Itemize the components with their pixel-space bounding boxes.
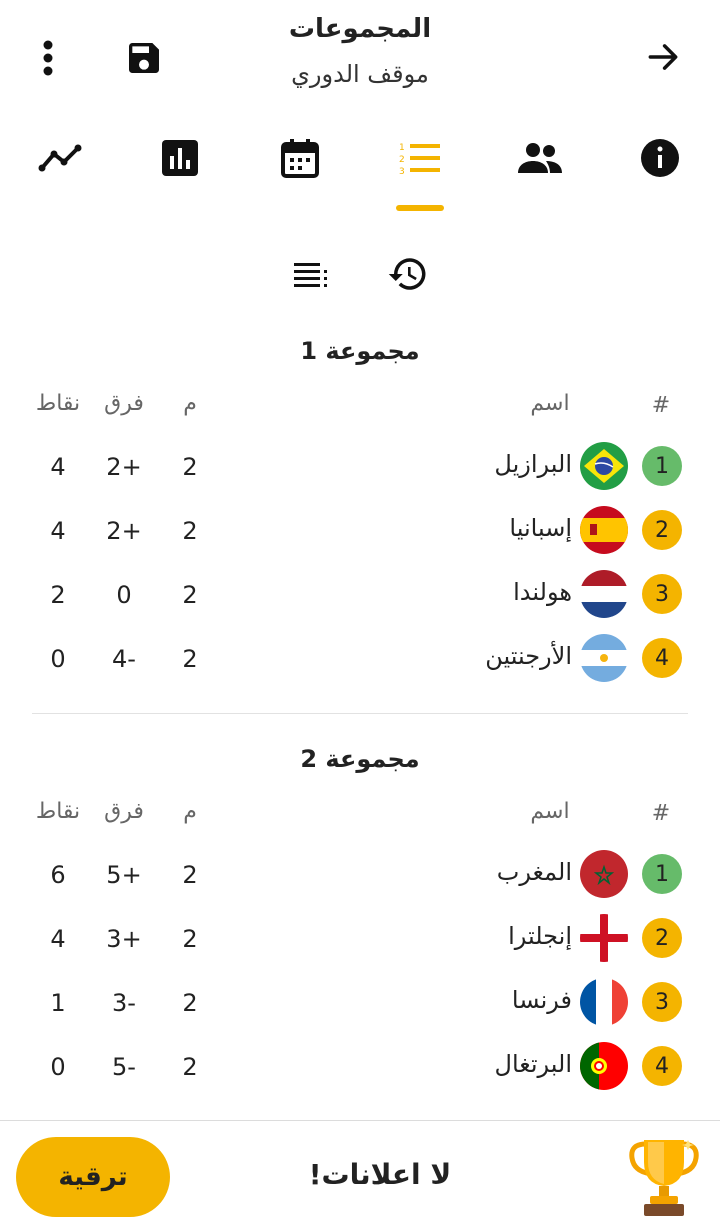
bar-chart-icon — [162, 140, 198, 176]
footer-divider — [0, 1120, 720, 1121]
calendar-icon — [281, 139, 319, 178]
page-subtitle: موقف الدوري — [291, 60, 429, 88]
rank-badge: 2 — [642, 918, 682, 958]
diff-value: 4- — [112, 645, 136, 673]
col-played-header: م — [183, 391, 197, 416]
tab-info[interactable] — [630, 130, 690, 186]
trophy-icon — [624, 1134, 704, 1220]
diff-value: 0 — [116, 581, 132, 609]
diff-value: 5- — [112, 1053, 136, 1081]
col-points-header: نقاط — [35, 391, 81, 416]
points-value: 4 — [50, 453, 66, 481]
rank-badge: 4 — [642, 1046, 682, 1086]
played-value: 2 — [182, 1053, 198, 1081]
rank-badge: 3 — [642, 574, 682, 614]
points-value: 2 — [50, 581, 66, 609]
argentina-flag-icon — [580, 634, 628, 682]
upgrade-button[interactable]: ترقية — [16, 1137, 170, 1217]
tab-standings[interactable]: 1 2 3 — [390, 130, 450, 186]
played-value: 2 — [182, 645, 198, 673]
rank-badge: 1 — [642, 854, 682, 894]
group-divider — [32, 713, 688, 714]
tab-fixtures[interactable] — [270, 130, 330, 186]
team-name: هولندا — [513, 578, 572, 606]
tab-statistics[interactable] — [150, 130, 210, 186]
svg-text:1: 1 — [399, 143, 405, 153]
col-rank-header: # — [651, 801, 671, 826]
netherlands-flag-icon — [580, 570, 628, 618]
points-value: 6 — [50, 861, 66, 889]
history-icon[interactable] — [384, 250, 432, 298]
team-name: فرنسا — [511, 986, 572, 1014]
played-value: 2 — [182, 989, 198, 1017]
page-title: المجموعات — [288, 14, 432, 44]
trend-line-icon — [38, 144, 82, 172]
standings-list-icon: 1 2 3 — [399, 143, 440, 176]
spain-flag-icon — [580, 506, 628, 554]
diff-value: 2+ — [106, 517, 142, 545]
teams-icon — [518, 143, 562, 173]
team-name: إنجلترا — [508, 922, 572, 950]
svg-text:2: 2 — [399, 155, 405, 165]
back-arrow-icon[interactable] — [638, 32, 688, 82]
team-name: إسبانيا — [509, 514, 572, 542]
england-flag-icon — [580, 914, 628, 962]
info-icon — [641, 139, 679, 177]
col-name-header: اسم — [530, 391, 570, 416]
diff-value: 3+ — [106, 925, 142, 953]
points-value: 4 — [50, 925, 66, 953]
diff-value: 5+ — [106, 861, 142, 889]
played-value: 2 — [182, 517, 198, 545]
group-title: مجموعة 1 — [300, 337, 420, 365]
rank-badge: 3 — [642, 982, 682, 1022]
brazil-flag-icon — [580, 442, 628, 490]
points-value: 4 — [50, 517, 66, 545]
points-value: 0 — [50, 1053, 66, 1081]
played-value: 2 — [182, 453, 198, 481]
played-value: 2 — [182, 581, 198, 609]
played-value: 2 — [182, 861, 198, 889]
diff-value: 3- — [112, 989, 136, 1017]
diff-value: 2+ — [106, 453, 142, 481]
col-diff-header: فرق — [104, 391, 144, 416]
no-ads-label: لا اعلانات! — [308, 1158, 452, 1191]
svg-text:3: 3 — [399, 167, 405, 176]
active-tab-indicator — [396, 205, 444, 211]
tab-trend[interactable] — [30, 130, 90, 186]
points-value: 0 — [50, 645, 66, 673]
rank-badge: 2 — [642, 510, 682, 550]
col-diff-header: فرق — [104, 799, 144, 824]
sort-list-icon[interactable] — [288, 254, 336, 294]
team-name: البرازيل — [494, 450, 572, 478]
col-name-header: اسم — [530, 799, 570, 824]
team-name: الأرجنتين — [485, 642, 572, 670]
played-value: 2 — [182, 925, 198, 953]
col-played-header: م — [183, 799, 197, 824]
col-points-header: نقاط — [35, 799, 81, 824]
portugal-flag-icon — [580, 1042, 628, 1090]
france-flag-icon — [580, 978, 628, 1026]
col-rank-header: # — [651, 393, 671, 418]
team-name: البرتغال — [494, 1050, 572, 1078]
points-value: 1 — [50, 989, 66, 1017]
tab-teams[interactable] — [510, 130, 570, 186]
group-title: مجموعة 2 — [300, 745, 420, 773]
morocco-flag-icon — [580, 850, 628, 898]
rank-badge: 4 — [642, 638, 682, 678]
rank-badge: 1 — [642, 446, 682, 486]
team-name: المغرب — [496, 858, 572, 886]
